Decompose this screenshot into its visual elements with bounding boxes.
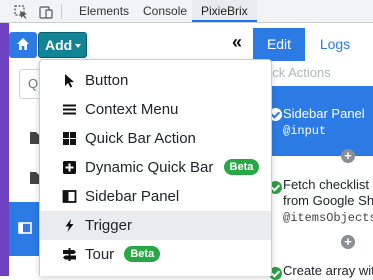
brick-actions-panel: rick Actions Sidebar Panel @input + Fetc… bbox=[265, 61, 373, 280]
add-dropdown-menu: Button Context Menu Quick Bar Action Dyn… bbox=[39, 59, 272, 276]
menu-item-trigger[interactable]: Trigger bbox=[40, 211, 271, 240]
menu-item-sidebar-panel[interactable]: Sidebar Panel bbox=[40, 182, 271, 211]
menu-item-tour[interactable]: Tour Beta bbox=[40, 240, 271, 269]
menu-item-label: Button bbox=[85, 72, 129, 89]
menu-lines-icon bbox=[63, 104, 76, 115]
page-editor-toolbar: Add « Edit Logs bbox=[9, 23, 373, 61]
pixiebrix-side-rail bbox=[0, 23, 9, 276]
devtools-tab-bar: Elements Console PixieBrix bbox=[0, 0, 373, 23]
signpost-icon bbox=[63, 248, 76, 261]
menu-item-label: Sidebar Panel bbox=[85, 188, 180, 205]
list-item-active[interactable] bbox=[9, 202, 41, 256]
bolt-icon bbox=[65, 219, 74, 232]
menu-item-quick-bar-action[interactable]: Quick Bar Action bbox=[40, 124, 271, 153]
home-icon bbox=[17, 38, 29, 50]
menu-item-context-menu[interactable]: Context Menu bbox=[40, 95, 271, 124]
brick-output-key: @input bbox=[283, 124, 327, 138]
toolbar-separator bbox=[61, 4, 62, 19]
add-brick-button[interactable]: + bbox=[341, 235, 355, 249]
caret-down-icon bbox=[75, 44, 81, 48]
plus-square-icon bbox=[63, 161, 76, 174]
beta-badge: Beta bbox=[124, 246, 161, 262]
sidebar-icon bbox=[18, 222, 32, 234]
brick-node-selected[interactable]: Sidebar Panel @input bbox=[265, 86, 373, 156]
grid-icon bbox=[63, 132, 76, 145]
sidebar-icon bbox=[62, 190, 77, 203]
menu-item-label: Quick Bar Action bbox=[85, 130, 196, 147]
collapse-sidebar-button[interactable]: « bbox=[227, 33, 247, 53]
beta-badge: Beta bbox=[223, 159, 260, 175]
brick-title-line: Fetch checklist bbox=[283, 177, 369, 192]
inspect-element-icon[interactable] bbox=[14, 5, 28, 19]
brick-output-key: @itemsObjects bbox=[283, 211, 373, 225]
home-button[interactable] bbox=[9, 32, 37, 58]
tab-logs[interactable]: Logs bbox=[305, 28, 365, 61]
brick-title-line: from Google Sh bbox=[283, 193, 373, 208]
cursor-icon bbox=[65, 74, 74, 88]
menu-item-dynamic-quick-bar[interactable]: Dynamic Quick Bar Beta bbox=[40, 153, 271, 182]
tab-elements[interactable]: Elements bbox=[79, 0, 129, 22]
brick-actions-heading: rick Actions bbox=[265, 65, 331, 80]
add-button-label: Add bbox=[45, 37, 73, 53]
add-brick-button[interactable]: + bbox=[341, 149, 355, 163]
menu-item-label: Dynamic Quick Bar bbox=[85, 159, 214, 176]
menu-item-label: Trigger bbox=[85, 217, 132, 234]
brick-title: Sidebar Panel bbox=[283, 106, 365, 121]
menu-item-button[interactable]: Button bbox=[40, 66, 271, 95]
menu-item-label: Context Menu bbox=[85, 101, 179, 118]
tab-console[interactable]: Console bbox=[143, 0, 187, 22]
device-toolbar-icon[interactable] bbox=[39, 5, 53, 19]
tab-edit[interactable]: Edit bbox=[253, 28, 305, 61]
add-button[interactable]: Add bbox=[38, 32, 87, 58]
tab-pixiebrix[interactable]: PixieBrix bbox=[192, 0, 257, 22]
menu-item-label: Tour bbox=[85, 246, 115, 263]
